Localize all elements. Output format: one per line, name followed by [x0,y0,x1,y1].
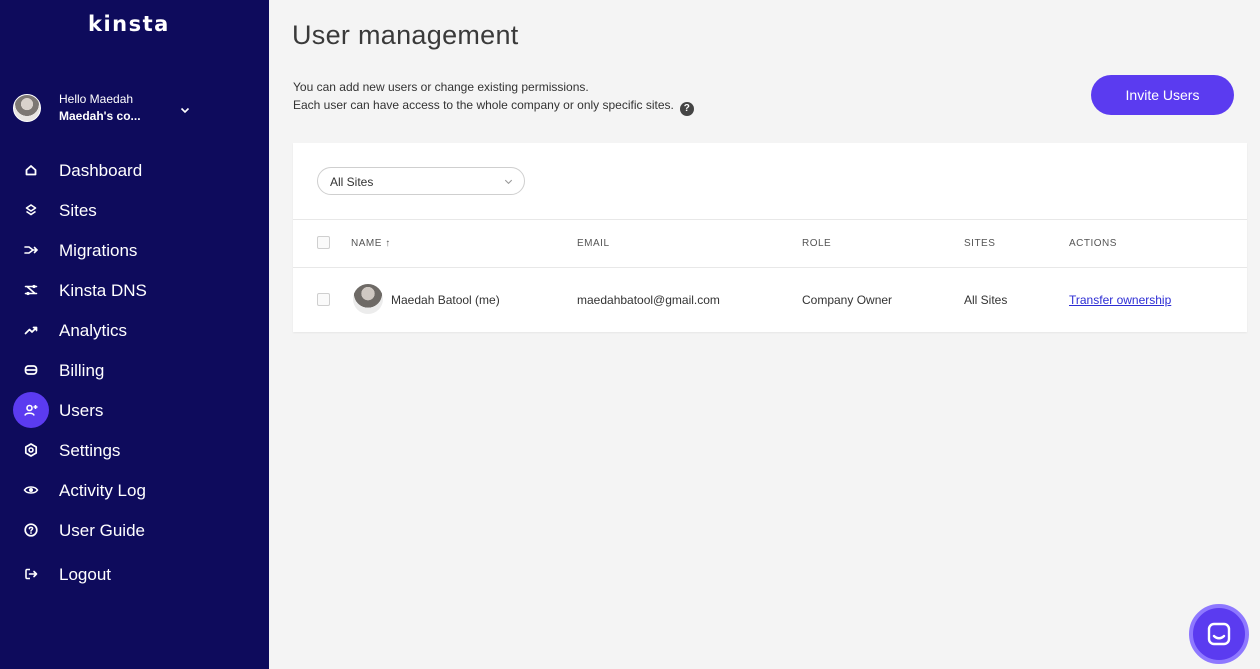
sidebar-item-label: Activity Log [59,481,146,500]
sidebar-item-label: Migrations [59,241,138,260]
help-icon[interactable]: ? [679,102,694,116]
account-greeting: Hello Maedah [59,92,134,106]
sidebar-item-dashboard[interactable]: Dashboard [13,152,253,188]
user-role: Company Owner [802,293,893,307]
sidebar-item-users[interactable]: Users [13,392,253,428]
sidebar-item-analytics[interactable]: Analytics [13,312,253,348]
sidebar-item-migrations[interactable]: Migrations [13,232,253,268]
transfer-ownership-link[interactable]: Transfer ownership [1069,293,1171,307]
sidebar-item-label: User Guide [59,521,145,540]
settings-icon [13,432,49,468]
sidebar-item-logout[interactable]: Logout [13,556,253,592]
users-table-card: All Sites NAME ↑ EMAIL ROLE SITES ACTION… [293,143,1247,332]
sidebar: kinsta Hello Maedah Maedah's co... Dashb… [0,0,269,669]
description-line: You can add new users or change existing… [293,80,589,94]
chat-support-button[interactable] [1189,604,1249,664]
dns-icon [13,272,49,308]
user-email: maedahbatool@gmail.com [577,293,720,307]
divider [293,267,1247,268]
column-header-label: NAME [351,238,382,249]
add-user-icon [13,392,49,428]
sidebar-item-billing[interactable]: Billing [13,352,253,388]
billing-icon [13,352,49,388]
avatar [13,94,41,122]
description-line-text: Each user can have access to the whole c… [293,98,674,112]
select-all-checkbox[interactable] [317,236,330,249]
chevron-down-icon [180,107,190,114]
home-icon [13,152,49,188]
sidebar-item-label: Settings [59,441,121,460]
layers-icon [13,192,49,228]
page-title: User management [292,20,519,50]
column-header-role: ROLE [802,238,832,249]
row-checkbox[interactable] [317,293,330,306]
column-header-name[interactable]: NAME ↑ [351,238,391,249]
account-switcher[interactable]: Hello Maedah Maedah's co... [13,92,253,128]
chat-icon [1207,622,1231,646]
user-sites: All Sites [964,293,1008,307]
sidebar-item-label: Users [59,401,104,420]
eye-icon [13,472,49,508]
sidebar-item-kinsta-dns[interactable]: Kinsta DNS [13,272,253,308]
sidebar-item-label: Analytics [59,321,128,340]
column-header-email: EMAIL [577,238,610,249]
chevron-down-icon [504,179,513,185]
sidebar-item-sites[interactable]: Sites [13,192,253,228]
sidebar-item-label: Kinsta DNS [59,281,147,300]
sidebar-item-label: Sites [59,201,97,220]
sidebar-item-label: Billing [59,361,105,380]
page-description: You can add new users or change existing… [293,78,694,116]
migrations-icon [13,232,49,268]
user-name: Maedah Batool (me) [391,293,500,307]
invite-users-button[interactable]: Invite Users [1091,75,1234,115]
column-header-sites: SITES [964,238,996,249]
description-line-2: Each user can have access to the whole c… [293,96,694,116]
help-circle-icon [13,512,49,548]
sidebar-item-user-guide[interactable]: User Guide [13,512,253,548]
column-header-actions: ACTIONS [1069,238,1117,249]
sort-ascending-icon: ↑ [385,238,391,249]
site-filter-value: All Sites [330,175,374,189]
trend-up-icon [13,312,49,348]
avatar [353,284,383,314]
kinsta-logo[interactable]: kinsta [88,12,170,36]
sidebar-item-activity-log[interactable]: Activity Log [13,472,253,508]
logout-icon [13,556,49,592]
sidebar-item-label: Logout [59,565,111,584]
account-company-name: Maedah's co... [59,109,141,123]
sidebar-item-settings[interactable]: Settings [13,432,253,468]
divider [293,219,1247,220]
sidebar-item-label: Dashboard [59,161,143,180]
site-filter-select[interactable]: All Sites [317,167,525,195]
